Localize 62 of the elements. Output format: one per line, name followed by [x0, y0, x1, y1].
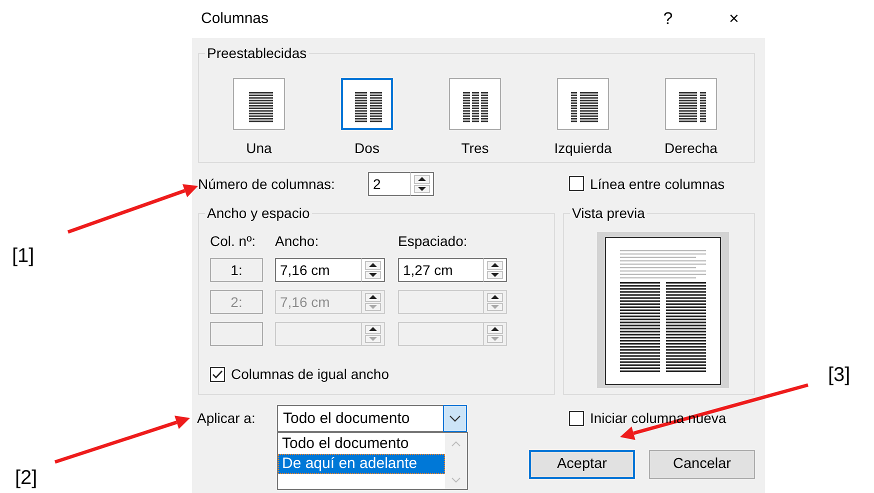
column-header: Ancho:	[275, 233, 320, 251]
annotation-label: [1]	[12, 244, 34, 268]
field-label: Número de columnas:	[198, 176, 336, 192]
number-field[interactable]: 7,16 cm	[275, 258, 361, 282]
field-label: Aplicar a:	[197, 410, 256, 427]
scroll-up-icon	[451, 441, 461, 447]
annotation-label: [2]	[15, 466, 38, 490]
preset-label[interactable]: Derecha	[664, 140, 718, 157]
preset-button[interactable]	[665, 78, 717, 130]
window-title: Columnas	[201, 10, 269, 28]
column-header: Espaciado:	[398, 233, 468, 251]
preset-button[interactable]	[233, 78, 285, 130]
column-number: 1:	[210, 258, 263, 282]
checkbox-label: Iniciar columna nueva	[590, 410, 726, 427]
preset-button[interactable]	[557, 78, 609, 130]
spin-up-button[interactable]	[487, 261, 503, 270]
spin-up-button[interactable]	[365, 325, 381, 334]
dialog-button[interactable]: Aceptar	[529, 450, 635, 479]
spinner-control[interactable]	[483, 258, 507, 282]
spin-down-button[interactable]	[414, 184, 430, 193]
dropdown-button[interactable]	[443, 405, 467, 432]
group-label: Preestablecidas	[205, 45, 309, 61]
spinner-control[interactable]	[410, 172, 434, 196]
column-number: 2:	[210, 290, 263, 314]
spin-up-button[interactable]	[487, 293, 503, 302]
preset-button[interactable]	[449, 78, 501, 130]
spin-down-button[interactable]	[365, 270, 381, 279]
preset-label[interactable]: Dos	[354, 140, 380, 157]
dialog-button[interactable]: Cancelar	[649, 450, 755, 479]
spinner-control[interactable]	[361, 258, 385, 282]
spin-up-button[interactable]	[414, 175, 430, 184]
checkbox[interactable]	[569, 410, 584, 426]
scroll-down-icon	[451, 477, 461, 483]
checkbox[interactable]	[210, 366, 225, 382]
preset-button[interactable]	[341, 78, 393, 130]
spin-up-button[interactable]	[487, 325, 503, 334]
preset-label[interactable]: Tres	[461, 140, 489, 157]
close-button[interactable]: ×	[712, 4, 756, 34]
checkbox[interactable]	[569, 176, 584, 192]
group-label: Ancho y espacio	[205, 205, 312, 221]
group-label: Vista previa	[570, 205, 647, 221]
spin-up-button[interactable]	[365, 261, 381, 270]
checkbox-label: Columnas de igual ancho	[231, 366, 389, 383]
preset-label[interactable]: Una	[246, 140, 272, 157]
help-button[interactable]: ?	[646, 4, 690, 34]
checkbox-label: Línea entre columnas	[590, 176, 725, 192]
dropdown-option[interactable]: Todo el documento	[278, 434, 445, 454]
chevron-down-icon	[449, 414, 461, 422]
spinner-control[interactable]	[361, 322, 385, 346]
dropdown-field[interactable]: Todo el documento	[277, 405, 443, 432]
spinner-control[interactable]	[483, 290, 507, 314]
spinner-control[interactable]	[483, 322, 507, 346]
column-number	[210, 322, 263, 346]
spinner-control[interactable]	[361, 290, 385, 314]
spin-up-button[interactable]	[365, 293, 381, 302]
dropdown-option[interactable]: De aquí en adelante	[278, 454, 445, 474]
column-header: Col. nº:	[210, 233, 257, 251]
annotation-label: [3]	[828, 363, 850, 387]
number-field[interactable]: 1,27 cm	[398, 258, 483, 282]
preset-label[interactable]: Izquierda	[554, 140, 612, 157]
spin-down-button[interactable]	[487, 270, 503, 279]
number-field[interactable]: 2	[368, 172, 410, 196]
